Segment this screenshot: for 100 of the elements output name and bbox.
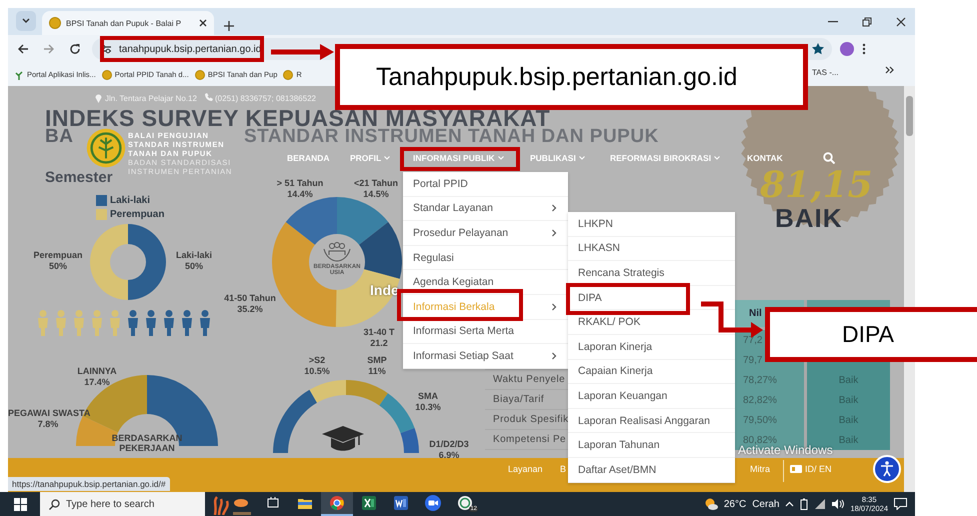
menu-icon[interactable] [862, 43, 866, 55]
gender-label: Perempuan 50% [32, 250, 84, 272]
table-cell: Biaya/Tarif [493, 394, 544, 405]
coral-reef-picture[interactable] [211, 493, 251, 515]
temperature-text: 26°C [724, 498, 746, 510]
menu-item[interactable]: Standar Layanan [403, 196, 568, 222]
legend-label: Laki-laki [110, 195, 150, 206]
banner-subtitle: STANDAR INSTRUMEN TANAH DAN PUPUK [244, 127, 659, 146]
chevron-right-icon [550, 204, 558, 212]
weather-text: Cerah [752, 498, 780, 510]
table-cell: 82,82% [735, 390, 807, 410]
table-cell: 78,27% [735, 370, 807, 390]
banner-subtitle: BA [45, 127, 74, 146]
caret-icon [714, 156, 720, 160]
menu-item[interactable]: Prosedur Pelayanan [403, 221, 568, 246]
submenu-item[interactable]: Laporan Tahunan [568, 433, 735, 458]
spreadsheet-icon [362, 496, 376, 510]
url-callout: Tanahpupuk.bsip.pertanian.go.id [335, 44, 808, 110]
legend-label: Perempuan [110, 209, 164, 220]
video-call-icon [425, 495, 441, 511]
caret-icon [384, 156, 390, 160]
submenu-item[interactable]: Rencana Strategis [568, 261, 735, 286]
flag-icon [790, 465, 802, 473]
windows-logo-icon [14, 498, 26, 510]
site-favicon-icon [283, 70, 294, 80]
banner-period: Semester [45, 169, 113, 186]
occupation-label: LAINNYA 17.4% [76, 366, 118, 388]
table-cell: Waktu Penyele [493, 374, 566, 385]
menu-item[interactable]: Informasi Setiap Saat [403, 344, 568, 369]
star-icon[interactable] [812, 43, 824, 55]
age-label: > 51 Tahun 14.4% [276, 178, 324, 200]
education-label: D1/D2/D3 6.9% [428, 439, 470, 461]
table-cell: Produk Spesifik [493, 414, 568, 425]
submenu-item[interactable]: LHKASN [568, 236, 735, 262]
caret-icon [22, 18, 30, 24]
table-cell: Kompetensi Pe [493, 434, 566, 445]
address-text: Jln. Tentara Pelajar No.12 [105, 94, 197, 103]
gender-label: Laki-laki 50% [174, 250, 214, 272]
phone-icon [204, 93, 213, 102]
taskbar-app[interactable] [321, 492, 353, 516]
callout-arrow [701, 300, 765, 338]
more-bookmarks-icon[interactable] [885, 66, 894, 74]
wifi-icon[interactable] [814, 499, 826, 509]
legend-swatch [96, 195, 107, 206]
task-view-icon [267, 497, 279, 509]
submenu-item[interactable]: Laporan Keuangan [568, 384, 735, 409]
menu-item[interactable]: Regulasi [403, 246, 568, 270]
legend-swatch [96, 209, 107, 220]
table-cell: 79,50% [735, 410, 807, 430]
site-favicon-icon [49, 17, 61, 29]
submenu-item[interactable]: Capaian Kinerja [568, 360, 735, 384]
grade-text: BAIK [775, 203, 843, 234]
age-label: 41-50 Tahun 35.2% [223, 293, 277, 315]
age-label: <21 Tahun 14.5% [352, 178, 400, 200]
site-favicon-icon [102, 70, 112, 80]
menu-item[interactable]: Portal PPID [403, 172, 568, 197]
accessibility-icon [880, 461, 894, 477]
chevron-right-icon [550, 302, 558, 311]
callout-arrow [271, 44, 334, 60]
notification-icon[interactable] [894, 498, 907, 510]
bookmark-item[interactable]: TAS -... [812, 68, 839, 77]
banner-title: INDEKS SURVEY KEPUASAN MASYARAKAT [45, 107, 550, 130]
browser-tab[interactable]: BPSI Tanah dan Pupuk - Balai P [42, 11, 214, 35]
age-label: 31-40 T 21.2 [362, 327, 396, 349]
chrome-icon [330, 496, 344, 510]
chevron-right-icon [550, 228, 558, 237]
location-pin-icon [95, 93, 102, 103]
document-icon [394, 496, 408, 510]
caret-icon [578, 156, 585, 160]
search-icon [49, 499, 60, 510]
submenu-item[interactable]: Laporan Kinerja [568, 334, 735, 360]
tab-list-button[interactable] [16, 11, 36, 31]
phone-text: (0251) 8336757; 081386522 [215, 94, 316, 103]
education-label: >S2 10.5% [303, 355, 331, 377]
menu-item[interactable]: Informasi Serta Merta [403, 320, 568, 344]
score-value: 81,15 [760, 167, 873, 203]
hands-people-icon [322, 241, 352, 263]
education-label: SMP 11% [366, 355, 388, 377]
caret-icon [498, 156, 504, 160]
institution-logo [86, 128, 126, 168]
search-icon[interactable] [823, 152, 835, 164]
chevron-up-icon[interactable] [785, 501, 794, 507]
profile-avatar[interactable] [840, 42, 854, 56]
speaker-icon[interactable] [832, 499, 844, 509]
sun-cloud-icon [704, 498, 718, 510]
education-label: SMA 10.3% [414, 391, 442, 413]
search-field[interactable]: Type here to search [40, 492, 205, 516]
submenu-item[interactable]: LHKPN [568, 212, 735, 237]
index-heading: Inde [370, 282, 399, 298]
submenu-item[interactable]: Laporan Realisasi Anggaran [568, 408, 735, 434]
submenu-item[interactable]: Daftar Aset/BMN [568, 458, 735, 483]
close-icon[interactable] [199, 19, 207, 27]
plant-icon [14, 70, 24, 80]
url-text: tanahpupuk.bsip.pertanian.go.id [119, 44, 262, 54]
battery-icon[interactable] [800, 498, 808, 510]
item-callout: DIPA [765, 307, 977, 362]
chevron-right-icon [550, 352, 558, 360]
site-favicon-icon [194, 70, 205, 80]
folder-icon [298, 497, 312, 509]
status-url: https://tanahpupuk.bsip.pertanian.go.id/# [8, 477, 170, 491]
